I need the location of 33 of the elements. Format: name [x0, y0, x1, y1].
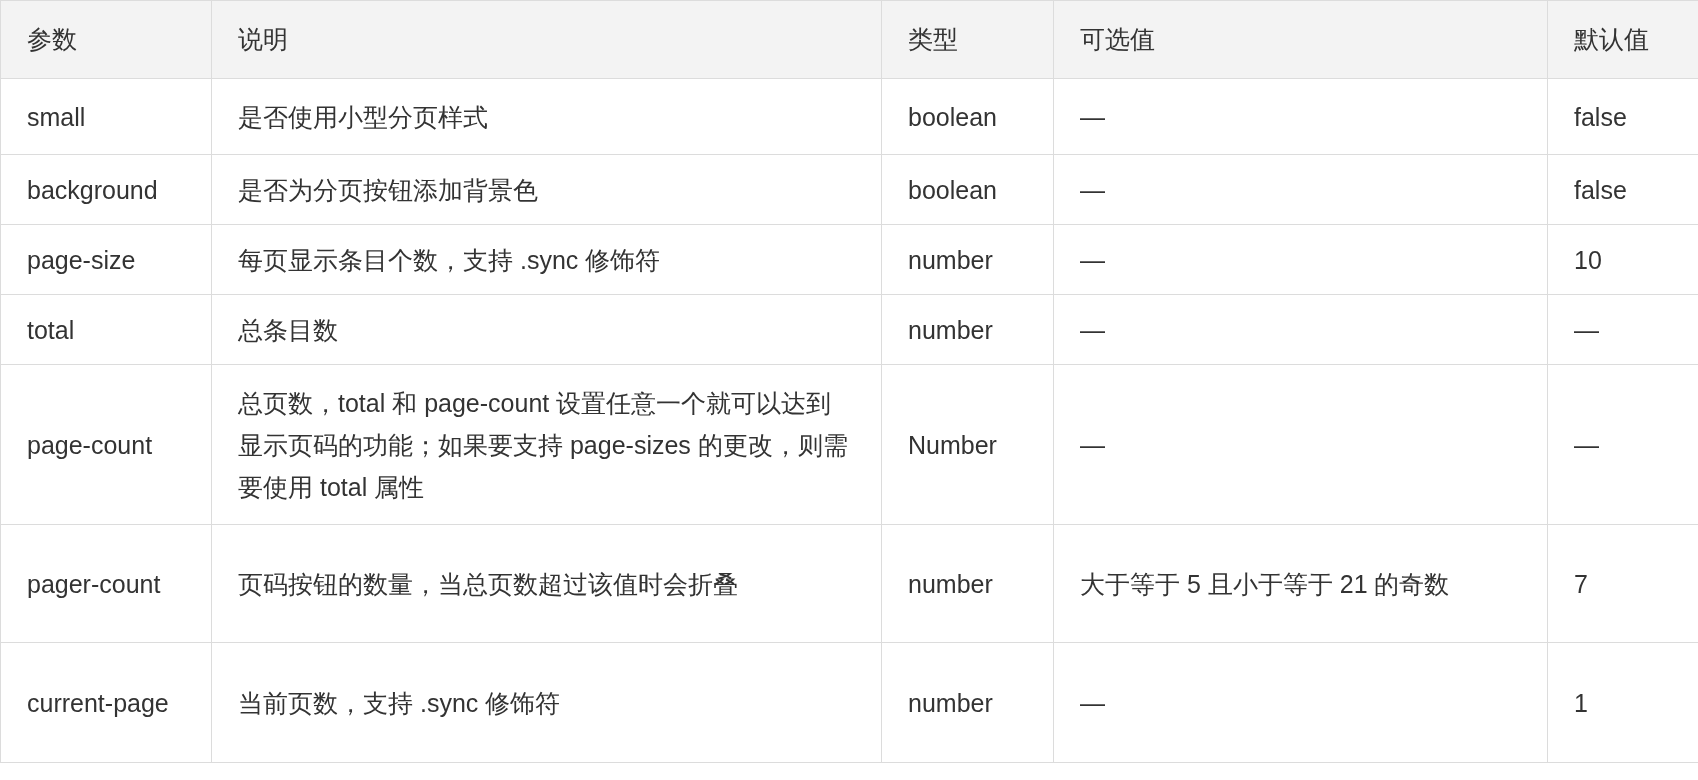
table-cell: 是否使用小型分页样式 [211, 78, 882, 155]
table-cell: current-page [0, 642, 212, 763]
table-cell: — [1053, 224, 1548, 295]
table-cell: page-size [0, 224, 212, 295]
table-cell: page-count [0, 364, 212, 525]
table-cell: background [0, 154, 212, 225]
table-cell: Number [881, 364, 1054, 525]
table-cell: number [881, 524, 1054, 643]
table-cell: — [1053, 642, 1548, 763]
table-cell: — [1053, 78, 1548, 155]
table-header-cell: 参数 [0, 0, 212, 79]
table-header-cell: 说明 [211, 0, 882, 79]
table-cell: number [881, 642, 1054, 763]
table-cell: small [0, 78, 212, 155]
table-cell: — [1053, 154, 1548, 225]
table-cell: 当前页数，支持 .sync 修饰符 [211, 642, 882, 763]
table-cell: — [1053, 364, 1548, 525]
table-cell: — [1053, 294, 1548, 365]
table-cell: total [0, 294, 212, 365]
table-cell: 总页数，total 和 page-count 设置任意一个就可以达到显示页码的功能；如果要支持 page-sizes 的更改，则需要使用 total 属性 [211, 364, 882, 525]
table-cell: number [881, 224, 1054, 295]
table-header-cell: 默认值 [1547, 0, 1698, 79]
table-cell: 每页显示条目个数，支持 .sync 修饰符 [211, 224, 882, 295]
table-header-cell: 可选值 [1053, 0, 1548, 79]
table-header-cell: 类型 [881, 0, 1054, 79]
table-cell: boolean [881, 154, 1054, 225]
table-cell: pager-count [0, 524, 212, 643]
table-cell: 是否为分页按钮添加背景色 [211, 154, 882, 225]
table-cell: 总条目数 [211, 294, 882, 365]
table-cell: 页码按钮的数量，当总页数超过该值时会折叠 [211, 524, 882, 643]
table-cell: number [881, 294, 1054, 365]
table-cell: 大于等于 5 且小于等于 21 的奇数 [1053, 524, 1548, 643]
table-cell: boolean [881, 78, 1054, 155]
